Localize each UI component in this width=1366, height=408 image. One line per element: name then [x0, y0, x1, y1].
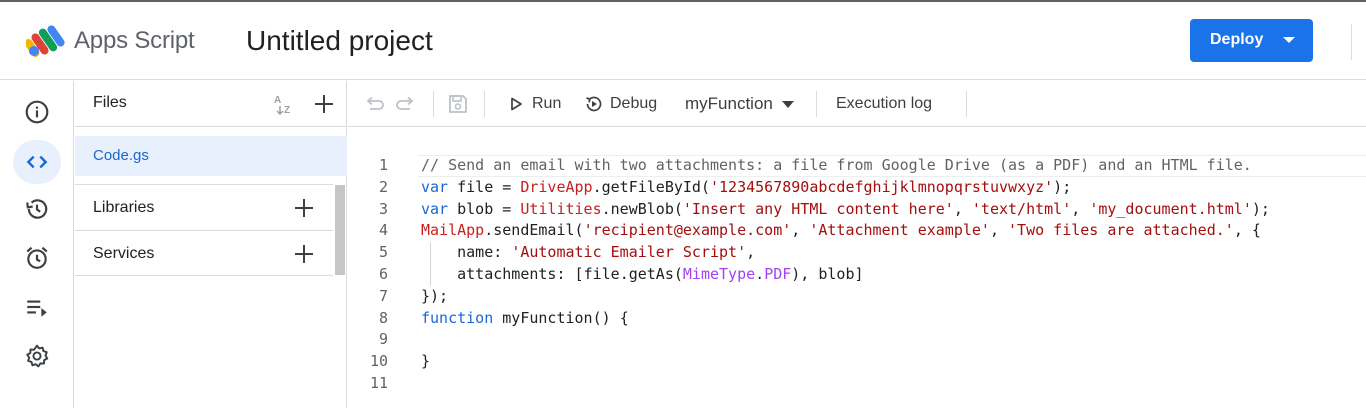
debug-button[interactable]: Debug	[584, 81, 657, 127]
libraries-label: Libraries	[93, 199, 155, 216]
services-section[interactable]: Services	[75, 230, 333, 276]
toolbar-divider	[816, 91, 817, 117]
files-header: Files A Z	[75, 81, 347, 127]
code-editor[interactable]: 1 // Send an email with two attachments: …	[348, 127, 1366, 408]
undo-button[interactable]	[362, 81, 384, 127]
deploy-button[interactable]: Deploy	[1190, 19, 1313, 62]
code-text: function myFunction() {	[421, 308, 629, 327]
files-title: Files	[93, 94, 127, 111]
code-text: attachments: [file.getAs(MimeType.PDF), …	[457, 264, 864, 283]
sort-az-icon[interactable]: A Z	[272, 92, 296, 116]
line-number: 6	[378, 264, 388, 283]
toolbar-divider	[966, 91, 967, 117]
code-text: var blob = Utilities.newBlob('Insert any…	[421, 199, 1270, 218]
line-number: 5	[378, 243, 388, 262]
add-file-icon[interactable]	[313, 93, 335, 115]
files-panel: Files A Z Code.gs Libraries Services	[75, 81, 347, 408]
caret-down-icon	[1283, 37, 1295, 43]
gear-icon	[26, 344, 49, 368]
add-library-icon[interactable]	[293, 197, 315, 219]
code-text: }	[421, 352, 431, 371]
services-label: Services	[93, 245, 155, 262]
toolbar-divider	[433, 91, 434, 117]
code-text: var file = DriveApp.getFileById('1234567…	[421, 177, 1072, 196]
function-select[interactable]: myFunction	[685, 81, 794, 127]
alarm-icon	[26, 246, 48, 269]
rail-settings[interactable]	[13, 334, 61, 378]
add-service-icon[interactable]	[293, 243, 315, 265]
line-number: 3	[378, 199, 388, 218]
libraries-section[interactable]: Libraries	[75, 184, 333, 230]
run-button[interactable]: Run	[508, 81, 561, 127]
line-number: 11	[369, 373, 388, 392]
toolbar-divider	[484, 91, 485, 117]
app-name: Apps Script	[74, 27, 195, 54]
line-number: 8	[378, 308, 388, 327]
header-divider	[1351, 24, 1352, 60]
executions-icon	[27, 300, 47, 317]
file-item-code-gs[interactable]: Code.gs	[75, 136, 347, 176]
line-number: 1	[378, 156, 388, 174]
code-text: // Send an email with two attachments: a…	[421, 156, 1252, 174]
svg-text:Z: Z	[284, 105, 290, 116]
file-name: Code.gs	[93, 147, 149, 164]
redo-icon	[396, 96, 414, 110]
history-icon	[26, 199, 48, 219]
line-number: 9	[378, 330, 388, 349]
info-icon	[25, 100, 49, 124]
execution-log-label: Execution log	[836, 95, 933, 112]
line-number: 4	[378, 221, 388, 240]
function-select-value: myFunction	[685, 94, 773, 113]
rail-overview[interactable]	[13, 90, 61, 134]
project-title[interactable]: Untitled project	[246, 25, 433, 57]
rail-executions[interactable]	[13, 285, 61, 329]
save-icon	[449, 95, 467, 113]
deploy-button-label: Deploy	[1210, 31, 1264, 48]
left-nav-rail	[0, 81, 74, 408]
rail-triggers[interactable]	[13, 236, 61, 280]
line-number: 7	[378, 286, 388, 305]
line-number: 2	[378, 177, 388, 196]
rail-editor[interactable]	[13, 140, 61, 184]
svg-text:A: A	[274, 95, 281, 106]
code-text: });	[421, 286, 449, 305]
line-number: 10	[369, 352, 388, 371]
play-icon	[511, 97, 522, 111]
run-label: Run	[532, 95, 562, 112]
execution-log-button[interactable]: Execution log	[836, 81, 932, 127]
debug-icon	[586, 96, 602, 112]
undo-icon	[366, 96, 384, 110]
apps-script-logo	[26, 25, 65, 57]
files-scrollbar[interactable]	[335, 185, 345, 275]
redo-button[interactable]	[396, 81, 418, 127]
rail-triggers-history[interactable]	[13, 187, 61, 231]
code-text: name: 'Automatic Emailer Script',	[457, 243, 756, 262]
code-icon	[26, 155, 48, 169]
caret-down-icon	[781, 100, 794, 108]
save-button[interactable]	[447, 81, 469, 127]
code-text: MailApp.sendEmail('recipient@example.com…	[421, 221, 1261, 240]
app-header: Apps Script Untitled project Deploy	[0, 2, 1366, 80]
editor-toolbar: Run Debug myFunction Execution log	[348, 81, 1366, 127]
debug-label: Debug	[610, 95, 658, 112]
